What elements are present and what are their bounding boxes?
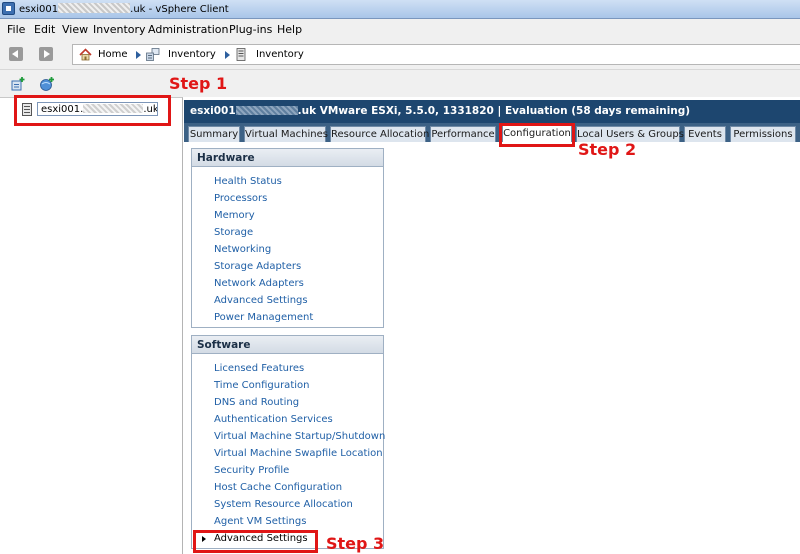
- step2-label: Step 2: [578, 140, 637, 159]
- menu-bar: File Edit View Inventory Administration …: [0, 19, 800, 39]
- inventory-toolbar: [0, 70, 800, 97]
- home-icon[interactable]: [79, 48, 92, 61]
- window-title: esxi001 .uk - vSphere Client: [19, 3, 229, 15]
- inventory-host-icon: [236, 48, 246, 61]
- tab-events[interactable]: Events: [684, 126, 726, 142]
- hardware-link-memory[interactable]: Memory: [214, 210, 255, 221]
- software-link-system-resource-allocation[interactable]: System Resource Allocation: [214, 499, 353, 510]
- software-link-security-profile[interactable]: Security Profile: [214, 465, 289, 476]
- hardware-link-advanced-settings[interactable]: Advanced Settings: [214, 295, 308, 306]
- software-link-host-cache-configuration[interactable]: Host Cache Configuration: [214, 482, 342, 493]
- step3-label: Step 3: [326, 534, 385, 553]
- software-link-agent-vm-settings[interactable]: Agent VM Settings: [214, 516, 306, 527]
- software-link-dns-and-routing[interactable]: DNS and Routing: [214, 397, 299, 408]
- software-link-vm-swapfile-location[interactable]: Virtual Machine Swapfile Location: [214, 448, 383, 459]
- inventory-icon: [146, 48, 160, 61]
- tab-permissions[interactable]: Permissions: [730, 126, 796, 142]
- menu-help[interactable]: Help: [277, 23, 302, 36]
- host-name-prefix: esxi001: [190, 105, 236, 117]
- tab-resource-allocation[interactable]: Resource Allocation: [330, 126, 429, 142]
- tab-virtual-machines[interactable]: Virtual Machines: [244, 126, 328, 142]
- breadcrumb-separator-icon: [225, 51, 230, 59]
- hardware-link-processors[interactable]: Processors: [214, 193, 267, 204]
- add-host-icon[interactable]: [10, 76, 26, 92]
- hardware-link-network-adapters[interactable]: Network Adapters: [214, 278, 304, 289]
- hardware-panel: Hardware Health Status Processors Memory…: [191, 148, 384, 328]
- software-panel: Software Licensed Features Time Configur…: [191, 335, 385, 549]
- hardware-link-networking[interactable]: Networking: [214, 244, 271, 255]
- step1-label: Step 1: [169, 74, 228, 93]
- tab-summary[interactable]: Summary: [188, 126, 240, 142]
- breadcrumb-home[interactable]: Home: [98, 49, 128, 60]
- redacted-region: [58, 3, 131, 13]
- vsphere-app-icon: [2, 2, 15, 15]
- step1-highlight-box: [14, 95, 171, 126]
- menu-edit[interactable]: Edit: [34, 23, 55, 36]
- hardware-link-power-management[interactable]: Power Management: [214, 312, 313, 323]
- software-link-authentication-services[interactable]: Authentication Services: [214, 414, 333, 425]
- software-link-time-configuration[interactable]: Time Configuration: [214, 380, 309, 391]
- host-details: .uk VMware ESXi, 5.5.0, 1331820 | Evalua…: [297, 105, 691, 117]
- host-tabs: Summary Virtual Machines Resource Alloca…: [184, 123, 800, 142]
- hardware-link-storage[interactable]: Storage: [214, 227, 253, 238]
- back-arrow-icon[interactable]: [9, 47, 23, 61]
- software-link-licensed-features[interactable]: Licensed Features: [214, 363, 304, 374]
- host-header: esxi001 .uk VMware ESXi, 5.5.0, 1331820 |…: [184, 100, 800, 123]
- window-title-prefix: esxi001: [19, 4, 59, 15]
- breadcrumb-inventory[interactable]: Inventory: [168, 49, 216, 60]
- menu-file[interactable]: File: [7, 23, 25, 36]
- redacted-region: [235, 106, 298, 115]
- inventory-tree: esxi001. .uk: [0, 97, 183, 554]
- forward-arrow-icon[interactable]: [39, 47, 53, 61]
- software-link-vm-startup-shutdown[interactable]: Virtual Machine Startup/Shutdown: [214, 431, 385, 442]
- navigation-toolbar: Home Inventory Inventory: [0, 39, 800, 70]
- breadcrumb-inventory-current[interactable]: Inventory: [256, 49, 304, 60]
- hardware-panel-title: Hardware: [192, 149, 383, 167]
- menu-administration[interactable]: Administration: [148, 23, 229, 36]
- window-title-suffix: .uk - vSphere Client: [130, 4, 229, 15]
- step3-highlight-box: [193, 530, 318, 553]
- hardware-link-health-status[interactable]: Health Status: [214, 176, 282, 187]
- menu-plugins[interactable]: Plug-ins: [229, 23, 272, 36]
- window-titlebar: esxi001 .uk - vSphere Client: [0, 0, 800, 19]
- step2-highlight-box: [499, 123, 575, 147]
- tab-performance[interactable]: Performance: [430, 126, 496, 142]
- software-panel-title: Software: [192, 336, 383, 354]
- menu-inventory[interactable]: Inventory: [93, 23, 146, 36]
- hardware-link-storage-adapters[interactable]: Storage Adapters: [214, 261, 301, 272]
- menu-view[interactable]: View: [62, 23, 88, 36]
- breadcrumb-separator-icon: [136, 51, 141, 59]
- breadcrumb: Home Inventory Inventory: [72, 44, 800, 65]
- new-virtual-machine-icon[interactable]: [39, 76, 55, 92]
